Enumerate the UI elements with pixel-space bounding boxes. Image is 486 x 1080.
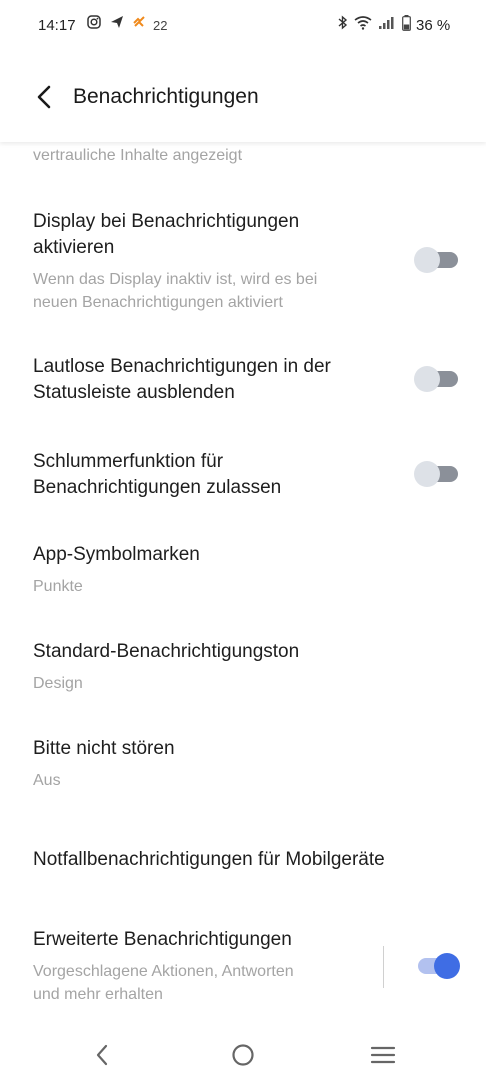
nav-home-icon[interactable] xyxy=(228,1040,258,1070)
setting-title: Statusleiste ausblenden xyxy=(33,382,235,403)
battery-percent: 36 % xyxy=(416,17,451,34)
setting-display-wake[interactable]: Display bei Benachrichtigungen aktiviere… xyxy=(0,204,486,324)
setting-title: Standard-Benachrichtigungston xyxy=(33,641,300,662)
setting-title: Notfallbenachrichtigungen für Mobilgerät… xyxy=(33,849,385,870)
app-heart-icon xyxy=(133,16,145,27)
setting-value: Aus xyxy=(33,772,61,789)
battery-icon xyxy=(402,15,411,31)
wifi-icon xyxy=(354,16,372,30)
setting-title: Bitte nicht stören xyxy=(33,738,175,759)
setting-title: App-Symbolmarken xyxy=(33,544,200,565)
setting-app-badges[interactable]: App-Symbolmarken Punkte xyxy=(0,540,486,606)
page-title: Benachrichtigungen xyxy=(73,85,259,108)
display-wake-toggle[interactable] xyxy=(414,247,460,273)
nav-back-icon[interactable] xyxy=(88,1040,118,1070)
setting-snooze[interactable]: Schlummerfunktion für Benachrichtigungen… xyxy=(0,447,486,513)
setting-do-not-disturb[interactable]: Bitte nicht stören Aus xyxy=(0,734,486,800)
app-header: Benachrichtigungen xyxy=(0,54,486,142)
toggle-thumb xyxy=(414,461,440,487)
setting-emergency-alerts[interactable]: Notfallbenachrichtigungen für Mobilgerät… xyxy=(0,845,486,885)
setting-subtitle: Wenn das Display inaktiv ist, wird es be… xyxy=(33,271,318,288)
toggle-thumb xyxy=(414,247,440,273)
snooze-toggle[interactable] xyxy=(414,461,460,487)
setting-title: Schlummerfunktion für xyxy=(33,451,224,472)
notification-count: 22 xyxy=(153,18,168,33)
setting-silent-hide[interactable]: Lautlose Benachrichtigungen in der Statu… xyxy=(0,352,486,418)
list-item-partial[interactable]: vertrauliche Inhalte angezeigt xyxy=(0,142,486,182)
setting-value: Design xyxy=(33,675,83,692)
setting-subtitle: neuen Benachrichtigungen aktiviert xyxy=(33,294,283,311)
setting-title: Erweiterte Benachrichtigungen xyxy=(33,929,292,950)
setting-title: Display bei Benachrichtigungen xyxy=(33,211,300,232)
navigation-bar xyxy=(0,1030,486,1080)
bluetooth-icon xyxy=(338,15,348,30)
partial-item-subtitle: vertrauliche Inhalte angezeigt xyxy=(33,147,243,164)
instagram-icon xyxy=(87,15,101,29)
toggle-thumb xyxy=(434,953,460,979)
setting-value: Punkte xyxy=(33,578,83,595)
settings-list[interactable]: vertrauliche Inhalte angezeigt Display b… xyxy=(0,142,486,1030)
toggle-thumb xyxy=(414,366,440,392)
setting-default-sound[interactable]: Standard-Benachrichtigungston Design xyxy=(0,637,486,703)
setting-subtitle: und mehr erhalten xyxy=(33,986,163,1003)
setting-title: aktivieren xyxy=(33,237,115,258)
nav-menu-icon[interactable] xyxy=(368,1040,398,1070)
vertical-divider xyxy=(383,946,384,988)
setting-title: Benachrichtigungen zulassen xyxy=(33,477,282,498)
setting-title: Lautlose Benachrichtigungen in der xyxy=(33,356,331,377)
signal-icon xyxy=(379,17,394,29)
enhanced-notifications-toggle[interactable] xyxy=(414,953,460,979)
status-bar: 14:17 22 36 % xyxy=(0,0,486,54)
silent-hide-toggle[interactable] xyxy=(414,366,460,392)
status-time: 14:17 xyxy=(38,17,76,34)
send-icon xyxy=(111,16,123,28)
setting-subtitle: Vorgeschlagene Aktionen, Antworten xyxy=(33,963,294,980)
back-arrow-icon[interactable] xyxy=(30,82,60,112)
